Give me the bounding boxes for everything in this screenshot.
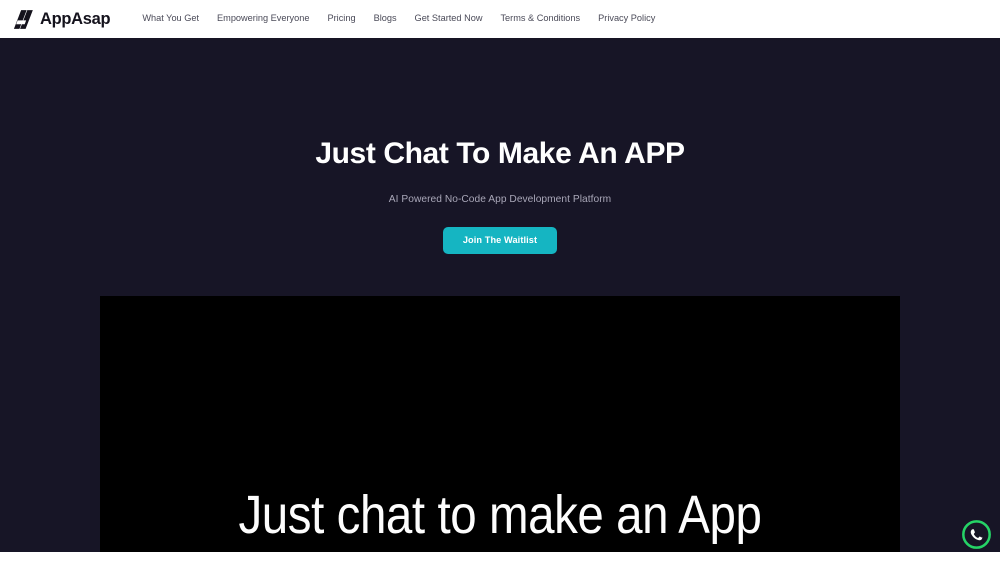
nav-link-blogs[interactable]: Blogs xyxy=(365,10,406,27)
nav-link-privacy-policy[interactable]: Privacy Policy xyxy=(589,10,664,27)
appasap-a-logo-icon xyxy=(13,9,34,30)
nav-link-get-started-now[interactable]: Get Started Now xyxy=(406,10,492,27)
hero-title: Just Chat To Make An APP xyxy=(315,137,685,170)
next-section-top-edge xyxy=(0,552,1000,563)
hero-section: Just Chat To Make An APP AI Powered No-C… xyxy=(0,38,1000,552)
site-header: AppAsap What You Get Empowering Everyone… xyxy=(0,0,1000,38)
join-waitlist-button[interactable]: Join The Waitlist xyxy=(442,227,558,255)
whatsapp-icon xyxy=(961,519,992,550)
nav-link-pricing[interactable]: Pricing xyxy=(318,10,364,27)
nav-link-terms-and-conditions[interactable]: Terms & Conditions xyxy=(491,10,589,27)
main-nav: What You Get Empowering Everyone Pricing… xyxy=(133,10,664,27)
nav-link-what-you-get[interactable]: What You Get xyxy=(133,10,208,27)
hero-video-player[interactable]: Just chat to make an App xyxy=(100,296,900,552)
brand-logo-link[interactable]: AppAsap xyxy=(13,9,111,30)
hero-video-caption: Just chat to make an App xyxy=(238,485,762,545)
hero-cta-wrapper: Join The Waitlist xyxy=(0,227,1000,255)
whatsapp-chat-button[interactable] xyxy=(961,519,992,550)
hero-subtitle: AI Powered No-Code App Development Platf… xyxy=(388,194,612,205)
hero-content: Just Chat To Make An APP AI Powered No-C… xyxy=(0,38,1000,255)
header-bottom-shadow xyxy=(0,38,1000,42)
brand-name: AppAsap xyxy=(40,9,111,28)
nav-link-empowering-everyone[interactable]: Empowering Everyone xyxy=(208,10,318,27)
page-root: AppAsap What You Get Empowering Everyone… xyxy=(0,0,1000,563)
